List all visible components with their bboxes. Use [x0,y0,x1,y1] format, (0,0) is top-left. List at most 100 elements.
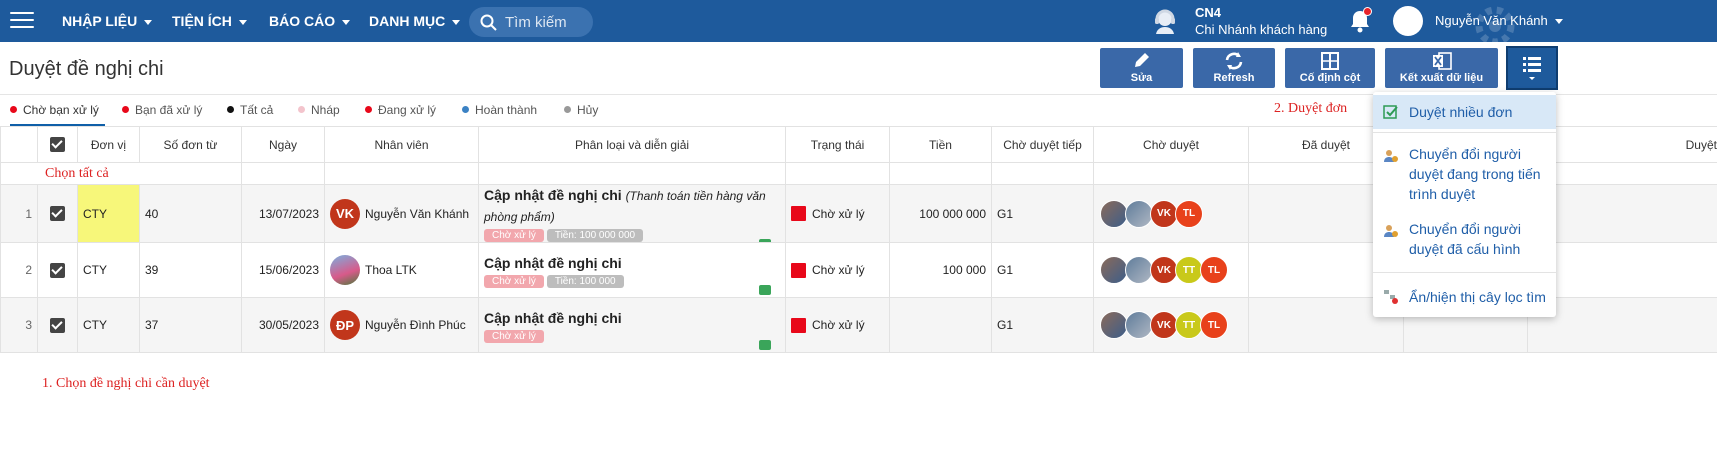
menu-item-label: Chuyển đổi người duyệt đã cấu hình [1409,221,1521,257]
avatar [1100,256,1128,284]
tab-label: Hoàn thành [475,103,538,117]
header-phan-loai[interactable]: Phân loại và diễn giải [478,126,786,163]
fix-columns-label: Cố định cột [1299,72,1361,84]
filter-cell[interactable] [324,162,479,185]
description-cell[interactable]: Cập nhật đề nghị chi Chờ xử lý [478,297,786,353]
filter-cell[interactable] [991,162,1094,185]
tab-huy[interactable]: Hủy [564,95,598,126]
header-cho-duyet[interactable]: Chờ duyệt [1093,126,1249,163]
filter-cell[interactable] [785,162,890,185]
comment-icon[interactable] [759,284,771,295]
tree-filter-icon [1384,290,1398,304]
amount-cell: 100 000 000 [889,184,992,243]
support-agent-icon[interactable] [1151,7,1179,35]
tab-label: Tất cả [240,103,274,117]
comment-icon[interactable] [759,239,771,242]
status-cell: Chờ xử lý [785,242,890,298]
status-dot [122,106,129,114]
select-all-checkbox[interactable] [50,137,65,153]
row-number: 1 [0,184,38,243]
description-cell[interactable]: Cập nhật đề nghị chi Chờ xử lý Tiền: 100 … [478,242,786,298]
filter-cell: Chọn tất cả [0,162,242,185]
tab-cho-ban-xu-ly[interactable]: Chờ bạn xử lý [10,95,105,126]
filter-cell[interactable] [1093,162,1249,185]
tab-dang-xu-ly[interactable]: Đang xử lý [365,95,436,126]
row-number: 3 [0,297,38,353]
menu-item-switch-approver-in-progress[interactable]: Chuyển đổi người duyệt đang trong tiến t… [1373,142,1556,206]
filter-cell[interactable] [889,162,992,185]
status-badge: Chờ xử lý [484,329,544,343]
avatar: TT [1175,256,1203,284]
refresh-button[interactable]: Refresh [1193,48,1275,88]
description-cell[interactable]: Cập nhật đề nghị chi (Thanh toán tiền hà… [478,184,786,243]
amount-cell [889,297,992,353]
row-checkbox-cell[interactable] [37,242,78,298]
search-input[interactable] [505,13,589,31]
tab-ban-da-xu-ly[interactable]: Bạn đã xử lý [122,95,202,126]
user-menu[interactable]: Nguyễn Văn Khánh [1435,0,1563,42]
avatar [330,255,360,285]
doc-no-cell: 40 [139,184,242,243]
doc-no-cell: 37 [139,297,242,353]
nav-tien-ich[interactable]: TIỆN ÍCH [172,0,247,42]
nav-nhap-lieu[interactable]: NHẬP LIỆU [62,0,153,42]
menu-item-approve-multiple[interactable]: Duyệt nhiều đơn [1373,95,1556,129]
approve-hint: 2. Duyệt đơn [1274,101,1348,116]
user-name: Nguyễn Văn Khánh [1435,13,1548,28]
description-title: Cập nhật đề nghị chi [484,187,622,203]
header-ngay[interactable]: Ngày [241,126,325,163]
notification-badge [1363,7,1372,16]
actions-dropdown: Duyệt nhiều đơn Chuyển đổi người duyệt đ… [1373,92,1556,317]
row-checkbox[interactable] [50,262,65,278]
branch-code[interactable]: CN4 [1195,5,1221,20]
nav-label: TIỆN ÍCH [172,13,232,29]
export-button[interactable]: Kết xuất dữ liệu [1385,48,1498,88]
avatar: VK [1150,256,1178,284]
select-rows-hint: 1. Chọn đề nghị chi cần duyệt [42,376,210,391]
header-rownum [0,126,38,163]
tab-hoan-thanh[interactable]: Hoàn thành [462,95,537,126]
employee-cell: Thoa LTK [324,242,479,298]
header-cho-duyet-tiep[interactable]: Chờ duyệt tiếp [991,126,1094,163]
status-dot [298,106,305,114]
search-box[interactable] [469,7,593,37]
nav-label: DANH MỤC [369,13,446,29]
menu-item-toggle-filter-tree[interactable]: Ẩn/hiện thị cây lọc tìm [1373,284,1556,310]
amount-badge: Tiền: 100 000 000 [546,229,644,242]
header-don-vi[interactable]: Đơn vị [77,126,140,163]
menu-divider [1373,132,1556,133]
avatar[interactable] [1393,6,1423,36]
amount-badge: Tiền: 100 000 [546,274,624,288]
fix-columns-button[interactable]: Cố định cột [1285,48,1375,88]
user-switch-icon [1384,150,1398,162]
nav-bao-cao[interactable]: BÁO CÁO [269,0,351,42]
hamburger-menu-icon[interactable] [10,12,34,30]
filter-cell[interactable] [478,162,786,185]
row-checkbox-cell[interactable] [37,297,78,353]
row-checkbox[interactable] [50,206,65,222]
comment-icon[interactable] [759,339,771,350]
pending-approvers-cell: VK TT TL [1093,242,1249,298]
select-all-checkbox-cell[interactable] [37,126,78,163]
employee-name: Nguyễn Đình Phúc [365,318,466,332]
status-badge: Chờ xử lý [484,229,544,242]
tab-tat-ca[interactable]: Tất cả [227,95,273,126]
avatar [1100,199,1128,228]
header-so-don-tu[interactable]: Số đơn từ [139,126,242,163]
row-checkbox-cell[interactable] [37,184,78,243]
tab-nhap[interactable]: Nháp [298,95,340,126]
row-number: 2 [0,242,38,298]
status-dot [462,106,469,114]
unit-cell: CTY [77,242,140,298]
edit-button[interactable]: Sửa [1100,48,1183,88]
nav-danh-muc[interactable]: DANH MỤC [369,0,461,42]
menu-item-switch-configured-approver[interactable]: Chuyển đổi người duyệt đã cấu hình [1373,217,1556,261]
row-checkbox[interactable] [50,317,65,333]
nav-label: BÁO CÁO [269,13,336,29]
header-nhan-vien[interactable]: Nhân viên [324,126,479,163]
header-trang-thai[interactable]: Trạng thái [785,126,890,163]
more-actions-button[interactable] [1506,46,1558,90]
header-tien[interactable]: Tiền [889,126,992,163]
branch-name[interactable]: Chi Nhánh khách hàng [1195,22,1327,37]
filter-cell[interactable] [241,162,325,185]
